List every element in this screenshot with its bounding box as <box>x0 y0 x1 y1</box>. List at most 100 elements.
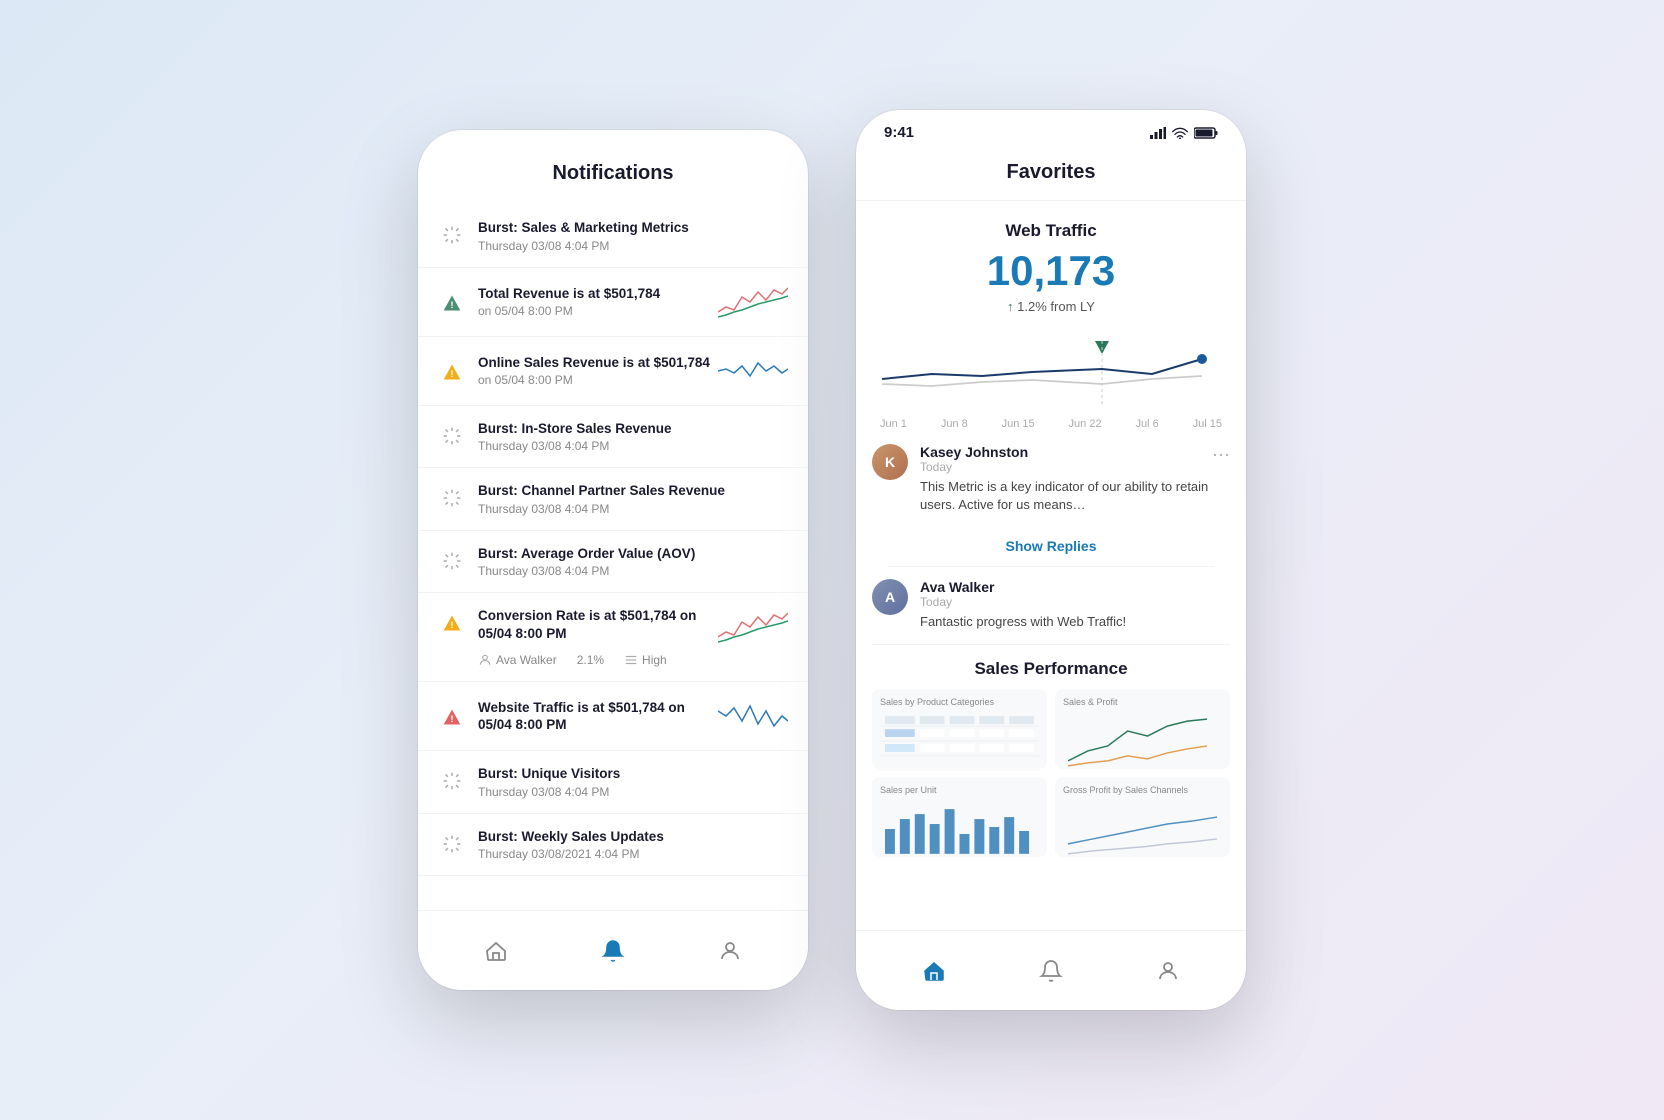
phone1-bottom-nav <box>418 910 808 990</box>
metric-name: Web Traffic <box>880 221 1222 241</box>
metric-change: ↑ 1.2% from LY <box>880 299 1222 314</box>
notification-text: Conversion Rate is at $501,784 on 05/04 … <box>478 607 710 642</box>
burst-icon <box>438 422 466 450</box>
notification-text: Burst: Sales & Marketing Metrics Thursda… <box>478 219 788 253</box>
home-icon <box>482 937 510 965</box>
nav-home-active[interactable] <box>920 957 948 985</box>
status-bar: 9:41 <box>856 110 1246 149</box>
comment-more-icon[interactable]: ··· <box>1212 444 1230 465</box>
notification-item[interactable]: Burst: Unique Visitors Thursday 03/08 4:… <box>418 751 808 814</box>
phones-container: Notifications Burst: Sales & Marketing M… <box>418 110 1246 1010</box>
burst-icon <box>438 484 466 512</box>
comment-item: K Kasey Johnston Today ··· This Metric i… <box>872 444 1230 514</box>
bell-icon <box>1037 957 1065 985</box>
signal-icon <box>1150 127 1166 139</box>
sales-charts-grid: Sales by Product Categories <box>872 689 1230 857</box>
notification-text: Online Sales Revenue is at $501,784 on 0… <box>478 354 710 388</box>
favorites-title: Favorites <box>856 149 1246 201</box>
battery-icon <box>1194 127 1218 139</box>
status-icons <box>1150 127 1218 139</box>
show-replies-button[interactable]: Show Replies <box>872 526 1230 566</box>
notification-chart <box>718 696 788 736</box>
comment-time: Today <box>920 460 1028 474</box>
comment-item: A Ava Walker Today Fantastic progress wi… <box>872 579 1230 631</box>
nav-profile[interactable] <box>716 937 744 965</box>
meta-value: 2.1% <box>577 653 604 667</box>
phone2-bottom-nav <box>856 930 1246 1010</box>
comment-time: Today <box>920 595 994 609</box>
notification-chart <box>718 607 788 647</box>
notification-item[interactable]: Burst: Average Order Value (AOV) Thursda… <box>418 531 808 594</box>
comments-section: K Kasey Johnston Today ··· This Metric i… <box>856 430 1246 632</box>
notification-text: Burst: In-Store Sales Revenue Thursday 0… <box>478 420 788 454</box>
notification-meta: Ava Walker 2.1% High <box>478 653 788 667</box>
notification-item[interactable]: Burst: Weekly Sales Updates Thursday 03/… <box>418 814 808 877</box>
comment-author: Ava Walker <box>920 579 994 595</box>
sales-chart-profit: Sales & Profit <box>1055 689 1230 769</box>
comment-body: Ava Walker Today Fantastic progress with… <box>920 579 1230 631</box>
notification-item[interactable]: Burst: Channel Partner Sales Revenue Thu… <box>418 468 808 531</box>
notification-item[interactable]: Burst: In-Store Sales Revenue Thursday 0… <box>418 406 808 469</box>
svg-text:!: ! <box>450 300 453 310</box>
burst-icon <box>438 767 466 795</box>
sales-chart-table: Sales by Product Categories <box>872 689 1047 769</box>
divider <box>888 566 1214 567</box>
meta-user: Ava Walker <box>478 653 557 667</box>
notification-item[interactable]: ! Online Sales Revenue is at $501,784 on… <box>418 337 808 406</box>
meta-priority: High <box>624 653 667 667</box>
comment-author: Kasey Johnston <box>920 444 1028 460</box>
notification-item[interactable]: ! Total Revenue is at $501,784 on 05/04 … <box>418 268 808 337</box>
notifications-list: Burst: Sales & Marketing Metrics Thursda… <box>418 205 808 893</box>
comment-header: Ava Walker Today <box>920 579 1230 609</box>
notification-text: Burst: Average Order Value (AOV) Thursda… <box>478 545 788 579</box>
phone2-content: Favorites Web Traffic 10,173 ↑ 1.2% from… <box>856 149 1246 930</box>
home-active-icon <box>920 957 948 985</box>
profile-icon <box>716 937 744 965</box>
web-traffic-chart: Jun 1 Jun 8 Jun 15 Jun 22 Jul 6 Jul 15 <box>856 314 1246 430</box>
sales-performance-section: Sales Performance Sales by Product Categ… <box>856 645 1246 871</box>
svg-text:!: ! <box>450 620 453 630</box>
avatar-ava: A <box>872 579 908 615</box>
nav-notifications[interactable] <box>599 937 627 965</box>
notifications-title: Notifications <box>418 162 808 185</box>
alert-yellow-icon: ! <box>438 609 466 637</box>
comment-header: Kasey Johnston Today ··· <box>920 444 1230 474</box>
comment-text: Fantastic progress with Web Traffic! <box>920 613 1230 631</box>
notification-chart <box>718 351 788 391</box>
comment-text: This Metric is a key indicator of our ab… <box>920 478 1230 514</box>
svg-text:!: ! <box>450 369 453 379</box>
notification-item[interactable]: Burst: Sales & Marketing Metrics Thursda… <box>418 205 808 268</box>
wifi-icon <box>1172 127 1188 139</box>
nav-notifications[interactable] <box>1037 957 1065 985</box>
phone2-favorites: 9:41 <box>856 110 1246 1010</box>
metric-card: Web Traffic 10,173 ↑ 1.2% from LY <box>856 201 1246 314</box>
sales-chart-channels: Gross Profit by Sales Channels <box>1055 777 1230 857</box>
alert-yellow-icon: ! <box>438 358 466 386</box>
nav-profile[interactable] <box>1154 957 1182 985</box>
notification-chart <box>718 282 788 322</box>
profile-icon <box>1154 957 1182 985</box>
sales-performance-title: Sales Performance <box>872 659 1230 679</box>
notification-text: Burst: Unique Visitors Thursday 03/08 4:… <box>478 765 788 799</box>
alert-red-icon: ! <box>438 703 466 731</box>
bell-active-icon <box>599 937 627 965</box>
nav-home[interactable] <box>482 937 510 965</box>
burst-icon <box>438 547 466 575</box>
burst-icon <box>438 221 466 249</box>
status-time: 9:41 <box>884 124 914 141</box>
svg-text:!: ! <box>450 714 453 724</box>
alert-green-icon: ! <box>438 289 466 317</box>
chart-labels: Jun 1 Jun 8 Jun 15 Jun 22 Jul 6 Jul 15 <box>872 414 1230 430</box>
phone1-content: Notifications Burst: Sales & Marketing M… <box>418 130 808 910</box>
notification-text: Burst: Channel Partner Sales Revenue Thu… <box>478 482 788 516</box>
phone1-notifications: Notifications Burst: Sales & Marketing M… <box>418 130 808 990</box>
notification-text: Burst: Weekly Sales Updates Thursday 03/… <box>478 828 788 862</box>
notification-item[interactable]: ! Conversion Rate is at $501,784 on 05/0… <box>418 593 808 682</box>
notification-text: Total Revenue is at $501,784 on 05/04 8:… <box>478 285 710 319</box>
sales-chart-unit: Sales per Unit <box>872 777 1047 857</box>
avatar-kasey: K <box>872 444 908 480</box>
burst-icon <box>438 830 466 858</box>
comment-body: Kasey Johnston Today ··· This Metric is … <box>920 444 1230 514</box>
metric-value: 10,173 <box>880 247 1222 295</box>
notification-item[interactable]: ! Website Traffic is at $501,784 on 05/0… <box>418 682 808 751</box>
